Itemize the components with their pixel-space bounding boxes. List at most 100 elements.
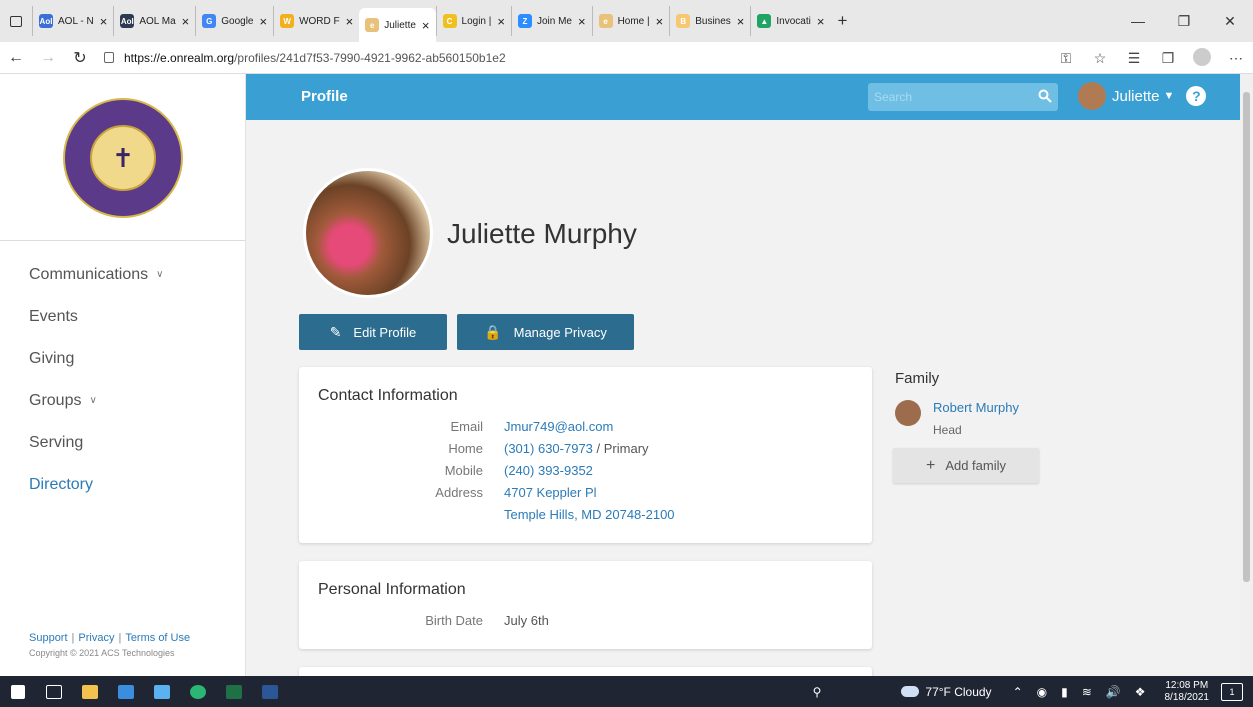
- sidebar-item-directory[interactable]: Directory: [29, 464, 163, 506]
- address-line2-link[interactable]: Temple Hills, MD 20748-2100: [504, 507, 675, 522]
- home-phone-link[interactable]: (301) 630-7973: [504, 441, 593, 456]
- user-avatar: [1078, 82, 1106, 110]
- favorite-star-icon[interactable]: ☆: [1083, 50, 1117, 67]
- tab-close-icon[interactable]: ×: [100, 14, 108, 29]
- tab-close-icon[interactable]: ×: [656, 14, 664, 29]
- address-line1-link[interactable]: 4707 Keppler Pl: [504, 485, 597, 500]
- mobile-phone-link[interactable]: (240) 393-9352: [504, 463, 593, 478]
- edge-icon[interactable]: [180, 676, 216, 707]
- mail-icon[interactable]: [108, 676, 144, 707]
- notifications-icon[interactable]: 1: [1221, 682, 1243, 701]
- browser-tab[interactable]: G Google ×: [195, 6, 273, 36]
- browser-tab[interactable]: W WORD F ×: [273, 6, 359, 36]
- logo-seal: ✝: [63, 98, 183, 218]
- tab-label: Juliette: [384, 19, 416, 31]
- sidebar-item-serving[interactable]: Serving: [29, 422, 163, 464]
- sidebar-item-communications[interactable]: Communications ∨: [29, 254, 163, 296]
- privacy-link[interactable]: Privacy: [78, 632, 114, 644]
- key-icon[interactable]: ⚿: [1049, 50, 1083, 67]
- scrollbar-thumb[interactable]: [1243, 92, 1250, 582]
- search-icon[interactable]: [1038, 89, 1052, 103]
- back-button[interactable]: ←: [0, 49, 32, 67]
- clock[interactable]: 12:08 PM 8/18/2021: [1165, 680, 1210, 704]
- favorites-list-icon[interactable]: ☰: [1117, 50, 1151, 67]
- browser-tab[interactable]: ▲ Invocati ×: [750, 6, 830, 36]
- manage-privacy-button[interactable]: 🔒 Manage Privacy: [457, 314, 634, 350]
- add-family-button[interactable]: + Add family: [893, 448, 1039, 483]
- browser-profile-icon[interactable]: [1185, 47, 1219, 69]
- people-icon[interactable]: ⚲: [813, 685, 822, 699]
- browser-tab-bar: Aol AOL - N × Aol AOL Ma × G Google × W WORD F × e Ju…: [0, 0, 1253, 42]
- meet-now-icon[interactable]: ◉: [1037, 685, 1047, 699]
- user-menu[interactable]: Juliette ▼ ?: [1078, 82, 1207, 110]
- tab-close-icon[interactable]: ×: [737, 14, 745, 29]
- tab-favicon-icon: B: [676, 14, 691, 28]
- file-explorer-icon[interactable]: [72, 676, 108, 707]
- profile-photo[interactable]: [303, 168, 433, 298]
- tab-close-icon[interactable]: ×: [497, 14, 505, 29]
- help-icon[interactable]: ?: [1186, 86, 1207, 106]
- windows-start-icon[interactable]: [0, 676, 36, 707]
- excel-icon[interactable]: [216, 676, 252, 707]
- tab-close-icon[interactable]: ×: [260, 14, 268, 29]
- search-input[interactable]: [868, 83, 1028, 111]
- windows-taskbar: ⚲ 77°F Cloudy ⌃ ◉ ▮ ≋ 🔊 ❖ 12:08 PM 8/18/…: [0, 676, 1253, 707]
- weather-widget[interactable]: 77°F Cloudy: [901, 685, 992, 699]
- tab-close-icon[interactable]: ×: [346, 14, 354, 29]
- collections-icon[interactable]: ❐: [1151, 50, 1185, 67]
- support-link[interactable]: Support: [29, 632, 68, 644]
- browser-tab[interactable]: e Home | ×: [591, 6, 670, 36]
- tab-label: Google: [221, 15, 254, 27]
- family-member-avatar[interactable]: [895, 400, 921, 426]
- browser-tab[interactable]: B Busines ×: [669, 6, 750, 36]
- wifi-icon[interactable]: ≋: [1082, 685, 1092, 699]
- edit-profile-button[interactable]: ✎ Edit Profile: [299, 314, 447, 350]
- tab-close-icon[interactable]: ×: [182, 14, 190, 29]
- page-info-icon[interactable]: [104, 52, 114, 63]
- restore-button[interactable]: ❐: [1161, 0, 1207, 42]
- settings-more-icon[interactable]: ⋯: [1219, 50, 1253, 67]
- family-member-name[interactable]: Robert Murphy: [933, 400, 1019, 415]
- browser-tab[interactable]: Aol AOL - N ×: [32, 6, 113, 36]
- sidebar-item-events[interactable]: Events: [29, 296, 163, 338]
- tab-close-icon[interactable]: ×: [817, 14, 825, 29]
- birth-date-label: Birth Date: [425, 613, 483, 628]
- chevron-up-icon[interactable]: ⌃: [1013, 685, 1023, 699]
- email-link[interactable]: Jmur749@aol.com: [504, 419, 613, 434]
- sidebar-item-giving[interactable]: Giving: [29, 338, 163, 380]
- tab-close-icon[interactable]: ×: [422, 18, 430, 33]
- new-tab-button[interactable]: +: [830, 11, 854, 31]
- word-icon[interactable]: [252, 676, 288, 707]
- page-scrollbar[interactable]: [1240, 74, 1253, 676]
- terms-link[interactable]: Terms of Use: [125, 632, 190, 644]
- browser-tab[interactable]: Aol AOL Ma ×: [113, 6, 195, 36]
- sidebar-item-label: Groups: [29, 392, 82, 409]
- minimize-button[interactable]: —: [1115, 0, 1161, 42]
- email-row: Email Jmur749@aol.com: [299, 419, 872, 441]
- contact-information-card: Contact Information Email Jmur749@aol.co…: [299, 367, 872, 543]
- sidebar-footer: Support | Privacy | Terms of Use Copyright ©…: [29, 632, 190, 658]
- church-logo[interactable]: ✝: [63, 98, 183, 218]
- search-box: [868, 83, 1058, 111]
- tab-close-icon[interactable]: ×: [578, 14, 586, 29]
- clock-time: 12:08 PM: [1165, 679, 1209, 691]
- battery-icon[interactable]: ▮: [1061, 685, 1068, 699]
- chevron-down-icon: ∨: [89, 395, 97, 406]
- tab-label: Busines: [695, 15, 731, 27]
- volume-icon[interactable]: 🔊: [1106, 685, 1121, 699]
- browser-tab[interactable]: e Juliette ×: [359, 8, 436, 42]
- close-window-button[interactable]: ✕: [1207, 0, 1253, 42]
- tab-label: Join Me: [536, 15, 572, 27]
- browser-tab[interactable]: Z Join Me ×: [510, 6, 592, 36]
- task-view-icon[interactable]: [36, 676, 72, 707]
- forward-button[interactable]: →: [32, 49, 64, 67]
- url-field[interactable]: https://e.onrealm.org/profiles/241d7f53-…: [104, 51, 506, 65]
- store-icon[interactable]: [144, 676, 180, 707]
- refresh-button[interactable]: ↻: [64, 48, 96, 68]
- tab-actions-button[interactable]: [0, 0, 32, 42]
- family-member-role: Head: [933, 423, 962, 437]
- dropbox-icon[interactable]: ❖: [1135, 685, 1146, 699]
- tab-favicon-icon: Z: [517, 14, 532, 28]
- browser-tab[interactable]: C Login | ×: [435, 6, 511, 36]
- sidebar-item-groups[interactable]: Groups ∨: [29, 380, 163, 422]
